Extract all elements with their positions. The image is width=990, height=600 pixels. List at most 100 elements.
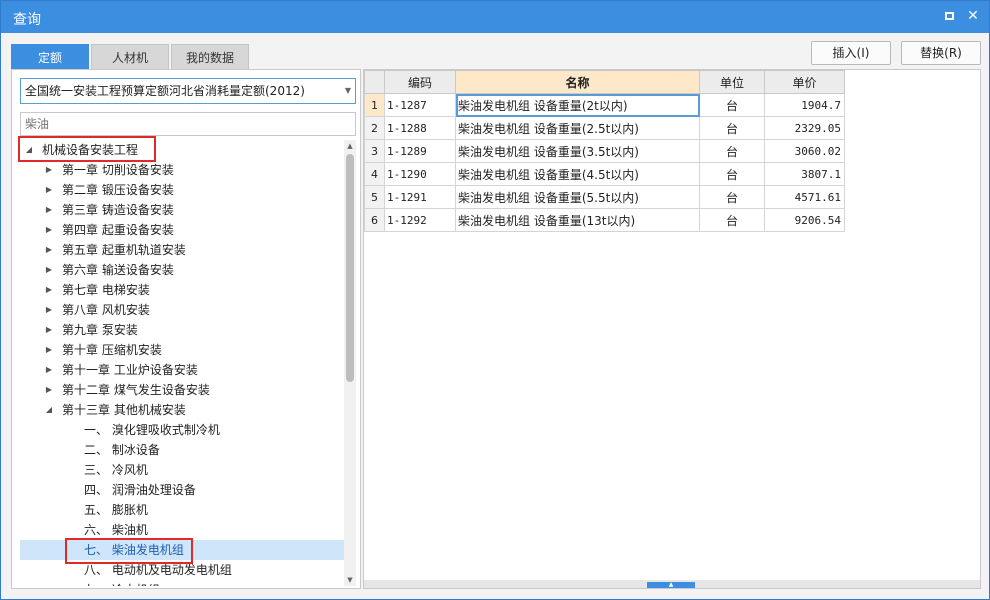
expanded-triangle-icon[interactable]: ◢ <box>44 400 54 420</box>
name-cell[interactable]: 柴油发电机组 设备重量(4.5t以内) <box>455 162 700 186</box>
row-number[interactable]: 4 <box>364 162 385 186</box>
name-cell[interactable]: 柴油发电机组 设备重量(5.5t以内) <box>455 185 700 209</box>
tree-node[interactable]: ▶ 第一章 切削设备安装 <box>20 160 344 180</box>
collapsed-triangle-icon[interactable]: ▶ <box>44 260 54 280</box>
insert-button[interactable]: 插入(I) <box>811 41 891 65</box>
price-cell[interactable]: 4571.61 <box>764 185 845 209</box>
search-input[interactable] <box>20 112 356 136</box>
code-cell[interactable]: 1-1290 <box>384 162 456 186</box>
tree-node[interactable]: ▶ 第四章 起重设备安装 <box>20 220 344 240</box>
price-cell[interactable]: 2329.05 <box>764 116 845 140</box>
code-cell[interactable]: 1-1287 <box>384 93 456 117</box>
price-cell[interactable]: 1904.7 <box>764 93 845 117</box>
price-header[interactable]: 单价 <box>764 70 845 94</box>
unit-cell[interactable]: 台 <box>699 139 765 163</box>
collapsed-triangle-icon[interactable]: ▶ <box>44 360 54 380</box>
unit-cell[interactable]: 台 <box>699 185 765 209</box>
table-row[interactable]: 3 1-1289 柴油发电机组 设备重量(3.5t以内) 台 3060.02 <box>364 139 845 163</box>
table-row[interactable]: 5 1-1291 柴油发电机组 设备重量(5.5t以内) 台 4571.61 <box>364 185 845 209</box>
name-cell[interactable]: 柴油发电机组 设备重量(3.5t以内) <box>455 139 700 163</box>
collapsed-triangle-icon[interactable]: ▶ <box>44 280 54 300</box>
table-row[interactable]: 1 1-1287 柴油发电机组 设备重量(2t以内) 台 1904.7 <box>364 93 845 117</box>
price-cell[interactable]: 9206.54 <box>764 208 845 232</box>
scroll-thumb[interactable] <box>346 154 354 382</box>
collapsed-triangle-icon[interactable]: ▶ <box>44 380 54 400</box>
tree-node[interactable]: ▶ 第九章 泵安装 <box>20 320 344 340</box>
tree-node-label: 第四章 起重设备安装 <box>62 223 174 237</box>
row-number[interactable]: 1 <box>364 93 385 117</box>
horizontal-splitter[interactable]: ▲ <box>364 580 980 588</box>
tree-node-label: 第二章 锻压设备安装 <box>62 183 174 197</box>
tree-node-label: 五、 膨胀机 <box>84 503 148 517</box>
tree-node[interactable]: ▶ 第十一章 工业炉设备安装 <box>20 360 344 380</box>
tree-node-label: 第十三章 其他机械安装 <box>62 403 186 417</box>
code-cell[interactable]: 1-1288 <box>384 116 456 140</box>
row-number[interactable]: 3 <box>364 139 385 163</box>
unit-cell[interactable]: 台 <box>699 93 765 117</box>
tree-node[interactable]: ▶ 第五章 起重机轨道安装 <box>20 240 344 260</box>
maximize-icon[interactable] <box>941 8 957 24</box>
tree-node[interactable]: ▶ 第六章 输送设备安装 <box>20 260 344 280</box>
tree-node[interactable]: ▶ 第三章 铸造设备安装 <box>20 200 344 220</box>
tree-node[interactable]: ▶ 第二章 锻压设备安装 <box>20 180 344 200</box>
table-row[interactable]: 6 1-1292 柴油发电机组 设备重量(13t以内) 台 9206.54 <box>364 208 845 232</box>
code-cell[interactable]: 1-1289 <box>384 139 456 163</box>
tree-scrollbar[interactable]: ▲ ▼ <box>344 140 356 586</box>
chevron-down-icon[interactable]: ▼ <box>345 79 351 103</box>
close-icon[interactable]: ✕ <box>965 8 981 24</box>
unit-cell[interactable]: 台 <box>699 162 765 186</box>
chapter-tree: ◢ 机械设备安装工程 ▶ 第一章 切削设备安装 ▶ 第二章 锻压设备安装 ▶ 第三章 铸造设备… <box>20 140 344 586</box>
tree-node[interactable]: 九、 冷水机组 <box>20 580 344 586</box>
highlight-box-root <box>18 136 156 162</box>
tree-node[interactable]: ▶ 第十二章 煤气发生设备安装 <box>20 380 344 400</box>
tree-node[interactable]: ▶ 第十章 压缩机安装 <box>20 340 344 360</box>
code-cell[interactable]: 1-1291 <box>384 185 456 209</box>
name-cell[interactable]: 柴油发电机组 设备重量(2.5t以内) <box>455 116 700 140</box>
quota-table: 编码 名称 单位 单价 1 1-1287 柴油发电机组 设备重量(2t以内) 台 190… <box>364 70 845 232</box>
price-cell[interactable]: 3060.02 <box>764 139 845 163</box>
scroll-down-icon[interactable]: ▼ <box>344 574 356 586</box>
quota-library-select[interactable]: 全国统一安装工程预算定额河北省消耗量定额(2012) ▼ <box>20 78 356 104</box>
tree-node[interactable]: ▶ 第七章 电梯安装 <box>20 280 344 300</box>
collapsed-triangle-icon[interactable]: ▶ <box>44 160 54 180</box>
code-header[interactable]: 编码 <box>384 70 456 94</box>
row-number[interactable]: 6 <box>364 208 385 232</box>
tree-node[interactable]: 六、 柴油机 <box>20 520 344 540</box>
collapsed-triangle-icon[interactable]: ▶ <box>44 180 54 200</box>
table-row[interactable]: 2 1-1288 柴油发电机组 设备重量(2.5t以内) 台 2329.05 <box>364 116 845 140</box>
row-number[interactable]: 2 <box>364 116 385 140</box>
unit-header[interactable]: 单位 <box>699 70 765 94</box>
highlight-box-selected <box>65 538 193 564</box>
collapsed-triangle-icon[interactable]: ▶ <box>44 200 54 220</box>
price-cell[interactable]: 3807.1 <box>764 162 845 186</box>
tree-node[interactable]: 五、 膨胀机 <box>20 500 344 520</box>
unit-cell[interactable]: 台 <box>699 116 765 140</box>
name-cell[interactable]: 柴油发电机组 设备重量(13t以内) <box>455 208 700 232</box>
row-number[interactable]: 5 <box>364 185 385 209</box>
quota-library-value: 全国统一安装工程预算定额河北省消耗量定额(2012) <box>25 84 305 98</box>
name-cell[interactable]: 柴油发电机组 设备重量(2t以内) <box>455 93 700 117</box>
collapsed-triangle-icon[interactable]: ▶ <box>44 340 54 360</box>
tree-node[interactable]: 四、 润滑油处理设备 <box>20 480 344 500</box>
name-header[interactable]: 名称 <box>455 70 700 94</box>
collapsed-triangle-icon[interactable]: ▶ <box>44 300 54 320</box>
table-header-row: 编码 名称 单位 单价 <box>364 70 845 94</box>
replace-button[interactable]: 替换(R) <box>901 41 981 65</box>
unit-cell[interactable]: 台 <box>699 208 765 232</box>
row-number-header <box>364 70 385 94</box>
tab-labor-material-machine[interactable]: 人材机 <box>91 44 169 70</box>
tree-node[interactable]: 三、 冷风机 <box>20 460 344 480</box>
chevron-up-icon[interactable]: ▲ <box>647 582 695 588</box>
collapsed-triangle-icon[interactable]: ▶ <box>44 220 54 240</box>
tree-node[interactable]: ◢ 第十三章 其他机械安装 <box>20 400 344 420</box>
scroll-up-icon[interactable]: ▲ <box>344 140 356 152</box>
collapsed-triangle-icon[interactable]: ▶ <box>44 240 54 260</box>
table-row[interactable]: 4 1-1290 柴油发电机组 设备重量(4.5t以内) 台 3807.1 <box>364 162 845 186</box>
tree-node[interactable]: 一、 溴化锂吸收式制冷机 <box>20 420 344 440</box>
tab-quota[interactable]: 定额 <box>11 44 89 70</box>
tree-node[interactable]: 二、 制冰设备 <box>20 440 344 460</box>
code-cell[interactable]: 1-1292 <box>384 208 456 232</box>
collapsed-triangle-icon[interactable]: ▶ <box>44 320 54 340</box>
tree-node[interactable]: ▶ 第八章 风机安装 <box>20 300 344 320</box>
tab-my-data[interactable]: 我的数据 <box>171 44 249 70</box>
